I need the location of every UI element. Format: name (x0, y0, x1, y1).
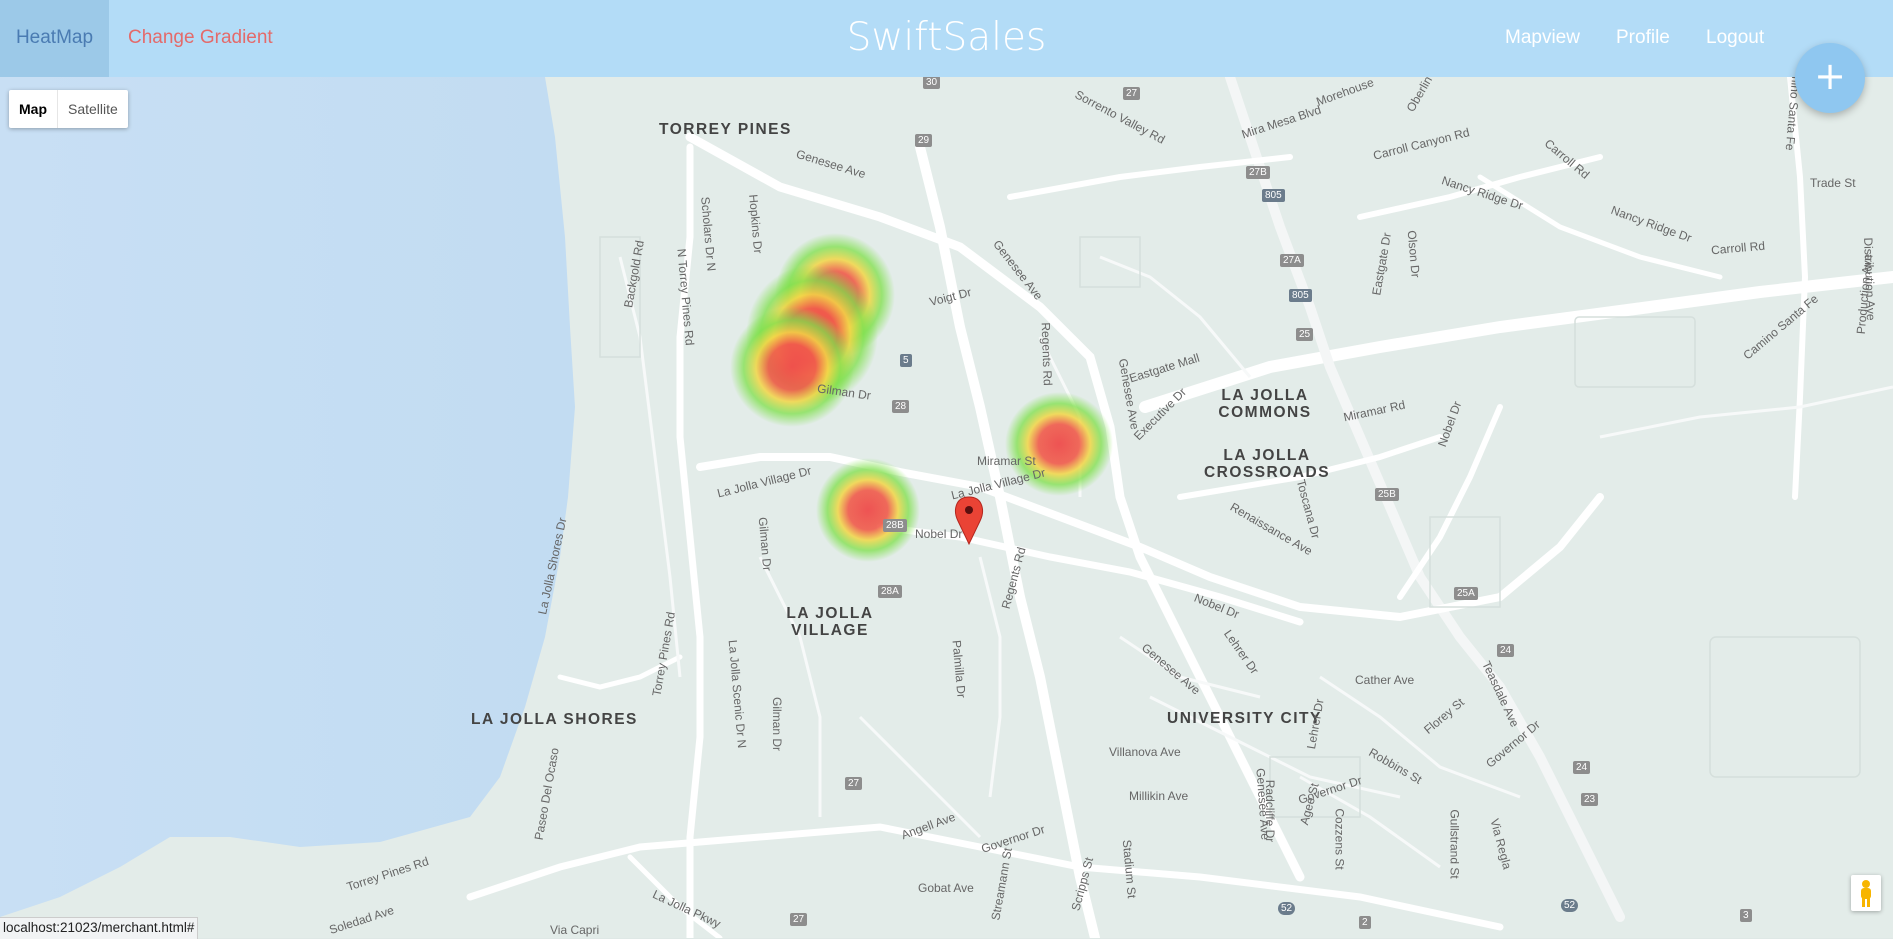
map-type-map-button[interactable]: Map (9, 90, 58, 128)
street-label: Cather Ave (1355, 673, 1415, 687)
street-label: Distribution Ave (1861, 237, 1879, 321)
highway-shield: 24 (1497, 644, 1515, 657)
street-label: Nobel Dr (915, 527, 963, 541)
browser-status-url: localhost:21023/merchant.html# (0, 917, 199, 939)
highway-shield: 3 (1740, 909, 1752, 922)
highway-shield: 27B (1246, 166, 1270, 179)
highway-shield: 27 (1123, 87, 1141, 100)
street-label: Miramar St (977, 454, 1036, 468)
street-label: Millikin Ave (1129, 789, 1189, 803)
highway-shield: 30 (923, 77, 941, 89)
street-label: Villanova Ave (1109, 745, 1181, 759)
logout-link[interactable]: Logout (1706, 0, 1764, 77)
highway-shield: 27A (1280, 254, 1304, 267)
street-label: Cozzens St (1332, 808, 1347, 870)
highway-shield: 28B (883, 519, 907, 532)
map-base-layer (0, 77, 1893, 938)
highway-shield: 27 (790, 913, 808, 926)
profile-link[interactable]: Profile (1616, 0, 1670, 77)
street-label: Radcliffe Dr (1263, 779, 1278, 843)
map-type-control: Map Satellite (9, 90, 128, 128)
highway-shield: 25A (1454, 587, 1478, 600)
area-label-torrey-pines: TORREY PINES (659, 121, 792, 138)
highway-shield: 805 (1262, 189, 1285, 202)
highway-shield: 5 (900, 354, 912, 367)
street-label: Gilman Dr (770, 696, 785, 752)
change-gradient-link[interactable]: Change Gradient (128, 0, 273, 77)
add-button[interactable]: + (1795, 43, 1865, 113)
highway-shield: 52 (1278, 902, 1296, 915)
area-label-university-city: UNIVERSITY CITY (1167, 710, 1322, 727)
street-label: Via Capri (550, 923, 600, 937)
area-label-la-jolla-crossroads: LA JOLLA CROSSROADS (1203, 447, 1331, 481)
highway-shield: 23 (1581, 793, 1599, 806)
pegman-icon (1861, 880, 1871, 907)
brand-title: SwiftSales (846, 15, 1047, 60)
map-type-satellite-button[interactable]: Satellite (58, 90, 128, 128)
top-navbar: HeatMap Change Gradient SwiftSales Mapvi… (0, 0, 1893, 77)
highway-shield: 28 (892, 400, 910, 413)
highway-shield: 805 (1289, 289, 1312, 302)
mapview-link[interactable]: Mapview (1505, 0, 1580, 77)
street-view-pegman-button[interactable] (1851, 875, 1881, 911)
area-label-la-jolla-shores: LA JOLLA SHORES (471, 711, 638, 728)
highway-shield: 24 (1573, 761, 1591, 774)
area-label-la-jolla-commons: LA JOLLA COMMONS (1218, 387, 1312, 421)
highway-shield: 25B (1375, 488, 1399, 501)
street-label: Gobat Ave (918, 881, 974, 895)
highway-shield: 2 (1359, 916, 1371, 929)
street-label: Gullstrand St (1447, 809, 1462, 879)
map-canvas[interactable]: Map Satellite TORREY PINES LA JOLLA COMM… (0, 77, 1893, 938)
area-label-la-jolla-village: LA JOLLA VILLAGE (786, 605, 874, 639)
street-label: Regents Rd (1038, 322, 1055, 386)
tab-heatmap[interactable]: HeatMap (0, 0, 109, 77)
street-label: Trade St (1810, 176, 1856, 190)
highway-shield: 25 (1296, 328, 1314, 341)
highway-shield: 28A (878, 585, 902, 598)
highway-shield: 52 (1561, 899, 1579, 912)
highway-shield: 29 (915, 134, 933, 147)
highway-shield: 27 (845, 777, 863, 790)
